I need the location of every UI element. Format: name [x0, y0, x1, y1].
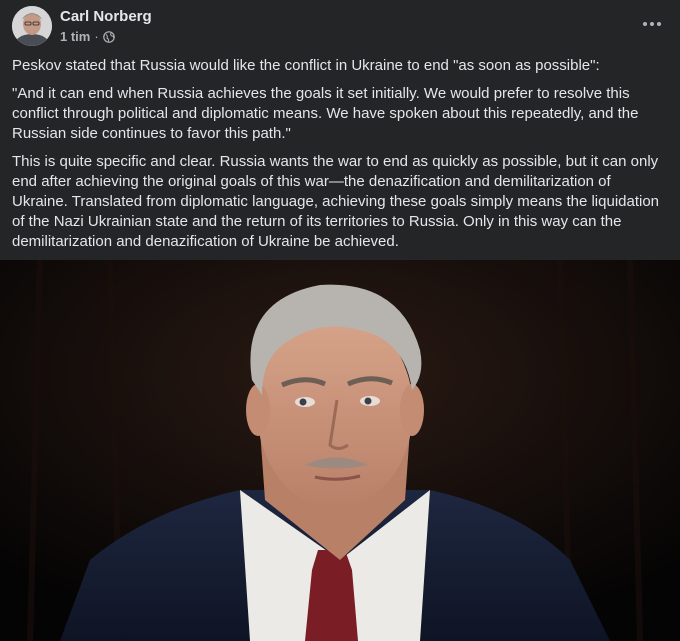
- post-header: Carl Norberg 1 tim ·: [0, 0, 680, 52]
- post-timestamp[interactable]: 1 tim: [60, 29, 90, 44]
- post-paragraph-3: This is quite specific and clear. Russia…: [12, 153, 660, 250]
- globe-icon: [102, 30, 115, 43]
- author-avatar[interactable]: [12, 6, 52, 46]
- more-options-icon[interactable]: [638, 12, 666, 36]
- author-name[interactable]: Carl Norberg: [60, 8, 152, 25]
- post-paragraph-2: "And it can end when Russia achieves the…: [12, 85, 639, 142]
- post-meta: 1 tim ·: [60, 29, 115, 44]
- post-photo[interactable]: [0, 260, 680, 641]
- post-text: Peskov stated that Russia would like the…: [12, 56, 662, 260]
- facebook-post: Carl Norberg 1 tim · Peskov stated that …: [0, 0, 680, 641]
- meta-separator: ·: [94, 29, 99, 44]
- post-paragraph-1: Peskov stated that Russia would like the…: [12, 57, 600, 74]
